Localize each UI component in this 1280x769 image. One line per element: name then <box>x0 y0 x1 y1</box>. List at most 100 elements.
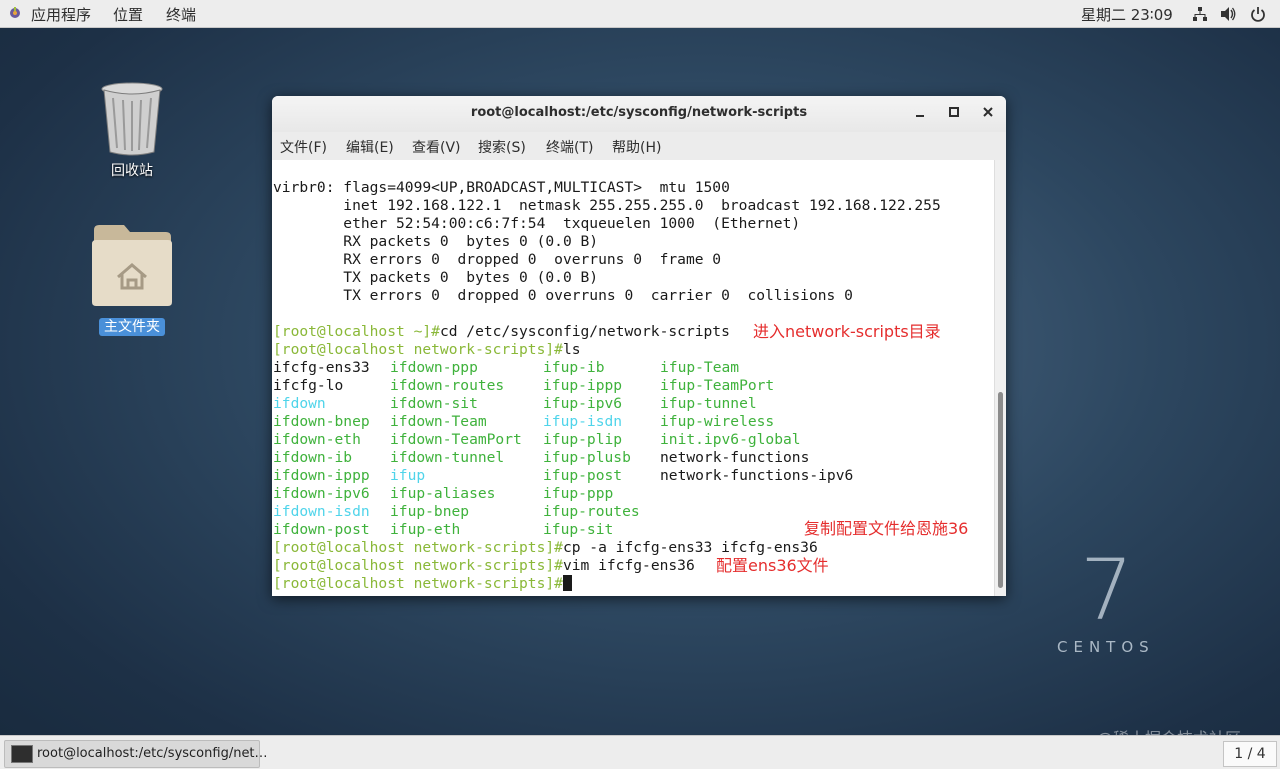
ls-entry: network-functions-ipv6 <box>660 467 854 484</box>
ls-entry: ifdown-tunnel <box>390 449 505 466</box>
annotation-vim: 配置ens36文件 <box>716 556 829 575</box>
minimize-button[interactable] <box>910 104 930 124</box>
volume-icon[interactable] <box>1220 6 1236 22</box>
window-titlebar[interactable]: root@localhost:/etc/sysconfig/network-sc… <box>272 96 1006 133</box>
terminal-line: virbr0: flags=4099<UP,BROADCAST,MULTICAS… <box>273 179 730 196</box>
terminal-command-line: [root@localhost network-scripts]#vim ifc… <box>273 557 695 575</box>
ls-entry: ifdown-TeamPort <box>390 431 522 448</box>
shell-prompt: [root@localhost ~]# <box>273 323 440 340</box>
menu-terminal[interactable]: 终端(T) <box>546 137 593 157</box>
terminal-line: TX packets 0 bytes 0 (0.0 B) <box>273 269 599 286</box>
menu-view[interactable]: 查看(V) <box>412 137 461 157</box>
terminal-app-icon <box>11 745 33 763</box>
workspace-switcher[interactable]: 1 / 4 <box>1223 741 1277 767</box>
menu-search[interactable]: 搜索(S) <box>478 137 526 157</box>
terminal-line: ether 52:54:00:c6:7f:54 txqueuelen 1000 … <box>273 215 801 232</box>
ls-entry: ifup-eth <box>390 521 461 538</box>
terminal-line: TX errors 0 dropped 0 overruns 0 carrier… <box>273 287 853 304</box>
ls-entry: ifdown <box>273 395 326 412</box>
ls-entry: ifup-routes <box>543 503 640 520</box>
ls-entry: ifup-isdn <box>543 413 623 430</box>
power-icon[interactable] <box>1250 6 1266 22</box>
taskbar-terminal-label: root@localhost:/etc/sysconfig/net… <box>37 746 268 761</box>
ls-entry: ifup-plusb <box>543 449 631 466</box>
ls-entry: init.ipv6-global <box>660 431 801 448</box>
bottom-taskbar: root@localhost:/etc/sysconfig/net… 1 / 4 <box>0 735 1280 769</box>
taskbar-terminal-button[interactable]: root@localhost:/etc/sysconfig/net… <box>4 740 268 768</box>
ls-entry: ifup-ipv6 <box>543 395 623 412</box>
ls-entry: ifup-ib <box>543 359 605 376</box>
annotation-cd: 进入network-scripts目录 <box>753 322 941 341</box>
centos-logo-number: 7 <box>1080 541 1134 639</box>
menu-help[interactable]: 帮助(H) <box>612 137 661 157</box>
ls-entry: ifdown-Team <box>390 413 487 430</box>
ls-entry: ifcfg-lo <box>273 377 344 394</box>
terminal-command-line: [root@localhost network-scripts]#ls <box>273 341 581 359</box>
ls-entry: ifdown-eth <box>273 431 361 448</box>
scrollbar-thumb[interactable] <box>998 392 1003 588</box>
home-folder-icon <box>92 225 172 306</box>
ls-entry: ifup-plip <box>543 431 623 448</box>
centos-logo-text: CENTOS <box>1057 638 1155 656</box>
ls-entry: ifup-ppp <box>543 485 614 502</box>
trash-icon <box>101 82 163 156</box>
home-folder-label: 主文件夹 <box>99 318 165 336</box>
terminal-command-line: [root@localhost network-scripts]# <box>273 575 572 593</box>
ls-entry: ifup-ippp <box>543 377 623 394</box>
trash-label: 回收站 <box>111 163 153 179</box>
shell-prompt: [root@localhost network-scripts]# <box>273 557 563 574</box>
ls-entry: ifup-sit <box>543 521 614 538</box>
trash-desktop-icon[interactable]: 回收站 <box>96 80 168 180</box>
applications-menu[interactable]: 应用程序 <box>31 4 91 25</box>
ls-entry: ifdown-routes <box>390 377 505 394</box>
ls-entry: ifup-post <box>543 467 623 484</box>
window-menubar: 文件(F) 编辑(E) 查看(V) 搜索(S) 终端(T) 帮助(H) <box>272 132 1006 161</box>
home-folder-desktop-icon[interactable]: 主文件夹 <box>86 222 178 336</box>
terminal-window[interactable]: root@localhost:/etc/sysconfig/network-sc… <box>272 96 1006 596</box>
ls-entry: ifdown-bnep <box>273 413 370 430</box>
clock[interactable]: 星期二 23∶09 <box>1081 4 1173 25</box>
ls-entry: ifdown-post <box>273 521 370 538</box>
ls-entry: ifdown-ib <box>273 449 353 466</box>
command-text: vim ifcfg-ens36 <box>562 557 695 574</box>
shell-prompt: [root@localhost network-scripts]# <box>273 341 563 358</box>
ls-entry: ifcfg-ens33 <box>273 359 370 376</box>
annotation-copy: 复制配置文件给恩施36 <box>804 519 969 538</box>
menu-file[interactable]: 文件(F) <box>280 137 327 157</box>
ls-entry: ifup-TeamPort <box>660 377 775 394</box>
ls-entry: ifdown-ippp <box>273 467 370 484</box>
ls-entry: ifdown-sit <box>390 395 478 412</box>
terminal-line: inet 192.168.122.1 netmask 255.255.255.0… <box>273 197 941 214</box>
menu-edit[interactable]: 编辑(E) <box>346 137 394 157</box>
network-icon[interactable] <box>1192 6 1208 22</box>
text-cursor <box>562 575 572 591</box>
terminal-command-line: [root@localhost network-scripts]#cp -a i… <box>273 539 818 557</box>
terminal-output[interactable]: virbr0: flags=4099<UP,BROADCAST,MULTICAS… <box>272 160 994 596</box>
window-title: root@localhost:/etc/sysconfig/network-sc… <box>470 105 808 120</box>
maximize-icon <box>949 107 959 117</box>
shell-prompt: [root@localhost network-scripts]# <box>273 539 563 556</box>
applications-icon <box>10 7 20 18</box>
ls-entry: ifdown-ppp <box>390 359 478 376</box>
command-text: cp -a ifcfg-ens33 ifcfg-ens36 <box>562 539 818 556</box>
maximize-button[interactable] <box>944 104 964 124</box>
ls-entry: network-functions <box>660 449 810 466</box>
command-text: ls <box>562 341 581 358</box>
ls-entry: ifup-tunnel <box>660 395 757 412</box>
terminal-command-line: [root@localhost ~]#cd /etc/sysconfig/net… <box>273 323 730 341</box>
ls-entry: ifup-wireless <box>660 413 775 430</box>
terminal-menu[interactable]: 终端 <box>166 4 196 25</box>
ls-entry: ifup-bnep <box>390 503 470 520</box>
ls-entry: ifup-aliases <box>390 485 496 502</box>
close-button[interactable] <box>978 104 998 124</box>
close-icon <box>983 107 993 117</box>
terminal-line: RX packets 0 bytes 0 (0.0 B) <box>273 233 599 250</box>
ls-entry: ifup-Team <box>660 359 740 376</box>
top-panel: 应用程序 位置 终端 星期二 23∶09 <box>0 0 1280 28</box>
places-menu[interactable]: 位置 <box>113 4 143 25</box>
command-text: cd /etc/sysconfig/network-scripts <box>439 323 730 340</box>
minimize-icon <box>916 115 924 117</box>
terminal-scrollbar[interactable] <box>994 160 1006 596</box>
ls-entry: ifup <box>390 467 426 484</box>
ls-entry: ifdown-isdn <box>273 503 370 520</box>
